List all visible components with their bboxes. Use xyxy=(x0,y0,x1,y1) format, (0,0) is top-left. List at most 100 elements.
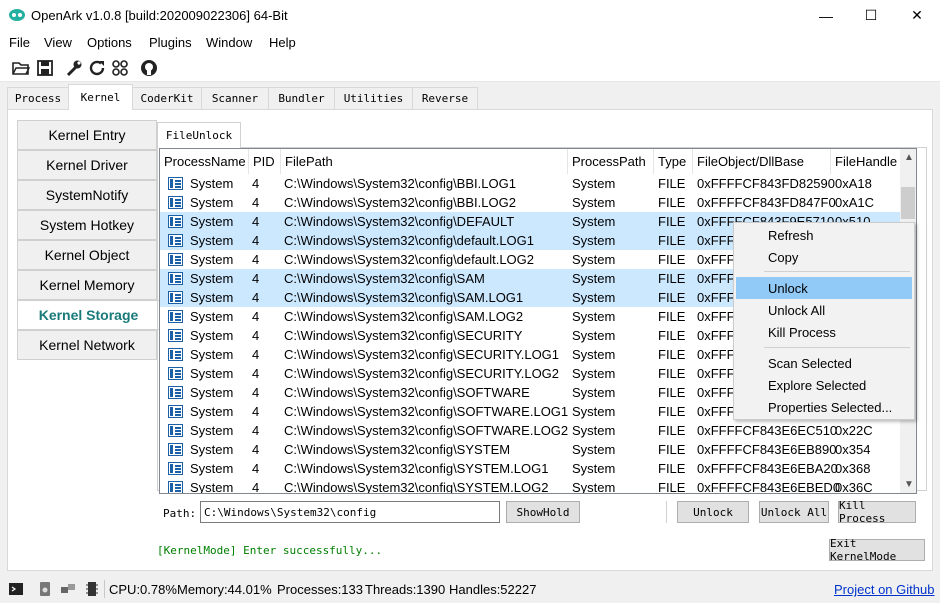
column-header-filehandle[interactable]: FileHandle xyxy=(831,149,901,174)
cell-type: FILE xyxy=(658,214,686,229)
disk-icon[interactable] xyxy=(37,581,53,597)
cell-ppath: System xyxy=(572,195,616,210)
column-header-processpath[interactable]: ProcessPath xyxy=(568,149,654,174)
cell-pid: 4 xyxy=(252,309,260,324)
sidebar-item-kernel-memory[interactable]: Kernel Memory xyxy=(17,270,157,300)
process-icon xyxy=(168,443,183,456)
cell-type: FILE xyxy=(658,385,686,400)
scroll-down-icon[interactable]: ▼ xyxy=(904,479,914,490)
cell-pid: 4 xyxy=(252,423,260,438)
tab-utilities[interactable]: Utilities xyxy=(334,87,413,109)
cell-ppath: System xyxy=(572,480,616,494)
cell-pid: 4 xyxy=(252,347,260,362)
column-header-fileobject[interactable]: FileObject/DllBase xyxy=(693,149,831,174)
menu-item-scan-selected[interactable]: Scan Selected xyxy=(736,352,912,374)
cell-path: C:\Windows\System32\config\SYSTEM.LOG1 xyxy=(284,461,549,476)
menu-item-refresh[interactable]: Refresh xyxy=(736,224,912,246)
scroll-thumb[interactable] xyxy=(901,187,915,219)
console-icon[interactable] xyxy=(8,581,24,597)
github-link[interactable]: Project on Github xyxy=(834,582,934,597)
sidebar-item-kernel-entry[interactable]: Kernel Entry xyxy=(17,120,157,150)
tab-process[interactable]: Process xyxy=(7,87,69,109)
divider xyxy=(104,580,105,598)
refresh-icon[interactable] xyxy=(88,59,106,77)
column-header-filepath[interactable]: FilePath xyxy=(281,149,568,174)
path-input[interactable] xyxy=(200,501,500,523)
cell-name: System xyxy=(190,461,234,476)
cell-fh: 0x354 xyxy=(835,442,871,457)
process-icon xyxy=(168,177,183,190)
toolbar xyxy=(0,53,940,82)
sidebar-item-kernel-storage[interactable]: Kernel Storage xyxy=(17,300,159,330)
unlock-all-button[interactable]: Unlock All xyxy=(759,501,829,523)
process-count: Processes:133 xyxy=(277,582,363,597)
network-icon[interactable] xyxy=(60,581,76,597)
menu-help[interactable]: Help xyxy=(269,35,296,50)
save-icon[interactable] xyxy=(36,59,54,77)
cell-type: FILE xyxy=(658,404,686,419)
menu-item-kill-process[interactable]: Kill Process xyxy=(736,321,912,343)
open-folder-icon[interactable] xyxy=(12,59,30,77)
menu-options[interactable]: Options xyxy=(87,35,132,50)
table-row[interactable]: System 4 C:\Windows\System32\config\BBI.LO… xyxy=(160,174,900,193)
tab-kernel[interactable]: Kernel xyxy=(68,84,133,110)
cell-ppath: System xyxy=(572,271,616,286)
tab-fileunlock[interactable]: FileUnlock xyxy=(157,122,241,148)
menu-window[interactable]: Window xyxy=(206,35,252,50)
menu-plugins[interactable]: Plugins xyxy=(149,35,192,50)
tab-bundler[interactable]: Bundler xyxy=(268,87,335,109)
sidebar-item-kernel-object[interactable]: Kernel Object xyxy=(17,240,157,270)
close-button[interactable]: ✕ xyxy=(894,0,940,31)
cell-fh: 0xA1C xyxy=(835,195,875,210)
menu-bar: File View Options Plugins Window Help xyxy=(0,31,940,53)
grid-icon[interactable] xyxy=(111,59,129,77)
exit-kernel-mode-button[interactable]: Exit KernelMode xyxy=(829,537,925,563)
divider xyxy=(666,501,667,523)
table-row[interactable]: System 4 C:\Windows\System32\config\BBI.LO… xyxy=(160,193,900,212)
maximize-button[interactable]: ☐ xyxy=(848,0,894,31)
sidebar-item-kernel-driver[interactable]: Kernel Driver xyxy=(17,150,157,180)
column-header-processname[interactable]: ProcessName xyxy=(160,149,249,174)
process-icon xyxy=(168,329,183,342)
memory-icon[interactable] xyxy=(84,581,100,597)
menu-item-unlock-all[interactable]: Unlock All xyxy=(736,299,912,321)
column-header-pid[interactable]: PID xyxy=(249,149,281,174)
cell-path: C:\Windows\System32\config\SYSTEM xyxy=(284,442,511,457)
showhold-button[interactable]: ShowHold xyxy=(506,501,580,523)
cell-type: FILE xyxy=(658,347,686,362)
menu-item-unlock[interactable]: Unlock xyxy=(736,277,912,299)
cell-fh: 0x368 xyxy=(835,461,871,476)
tab-reverse[interactable]: Reverse xyxy=(412,87,478,109)
sidebar-item-kernel-network[interactable]: Kernel Network xyxy=(17,330,157,360)
cell-ppath: System xyxy=(572,290,616,305)
table-row[interactable]: System 4 C:\Windows\System32\config\SOFTWA… xyxy=(160,421,900,440)
tab-scanner[interactable]: Scanner xyxy=(201,87,269,109)
unlock-button[interactable]: Unlock xyxy=(677,501,749,523)
menu-file[interactable]: File xyxy=(9,35,30,50)
table-row[interactable]: System 4 C:\Windows\System32\config\SYSTEM… xyxy=(160,440,900,459)
process-icon xyxy=(168,386,183,399)
table-row[interactable]: System 4 C:\Windows\System32\config\SYSTEM… xyxy=(160,459,900,478)
cell-pid: 4 xyxy=(252,195,260,210)
kill-process-button[interactable]: Kill Process xyxy=(838,499,916,525)
sidebar-item-system-notify[interactable]: SystemNotify xyxy=(17,180,157,210)
scroll-up-icon[interactable]: ▲ xyxy=(904,152,914,163)
menu-item-properties-selected[interactable]: Properties Selected... xyxy=(736,396,912,418)
menu-item-explore-selected[interactable]: Explore Selected xyxy=(736,374,912,396)
cell-name: System xyxy=(190,176,234,191)
cell-name: System xyxy=(190,347,234,362)
github-icon[interactable] xyxy=(140,59,158,77)
path-label: Path: xyxy=(163,507,197,520)
handle-count: Handles:52227 xyxy=(449,582,537,597)
cell-type: FILE xyxy=(658,271,686,286)
sidebar-item-system-hotkey[interactable]: System Hotkey xyxy=(17,210,157,240)
wrench-icon[interactable] xyxy=(65,59,83,77)
cell-name: System xyxy=(190,309,234,324)
menu-view[interactable]: View xyxy=(44,35,72,50)
column-header-type[interactable]: Type xyxy=(654,149,693,174)
table-row[interactable]: System 4 C:\Windows\System32\config\SYSTEM… xyxy=(160,478,900,494)
cell-path: C:\Windows\System32\config\BBI.LOG2 xyxy=(284,195,516,210)
tab-coderkit[interactable]: CoderKit xyxy=(132,87,202,109)
menu-item-copy[interactable]: Copy xyxy=(736,246,912,268)
minimize-button[interactable]: — xyxy=(803,0,849,31)
